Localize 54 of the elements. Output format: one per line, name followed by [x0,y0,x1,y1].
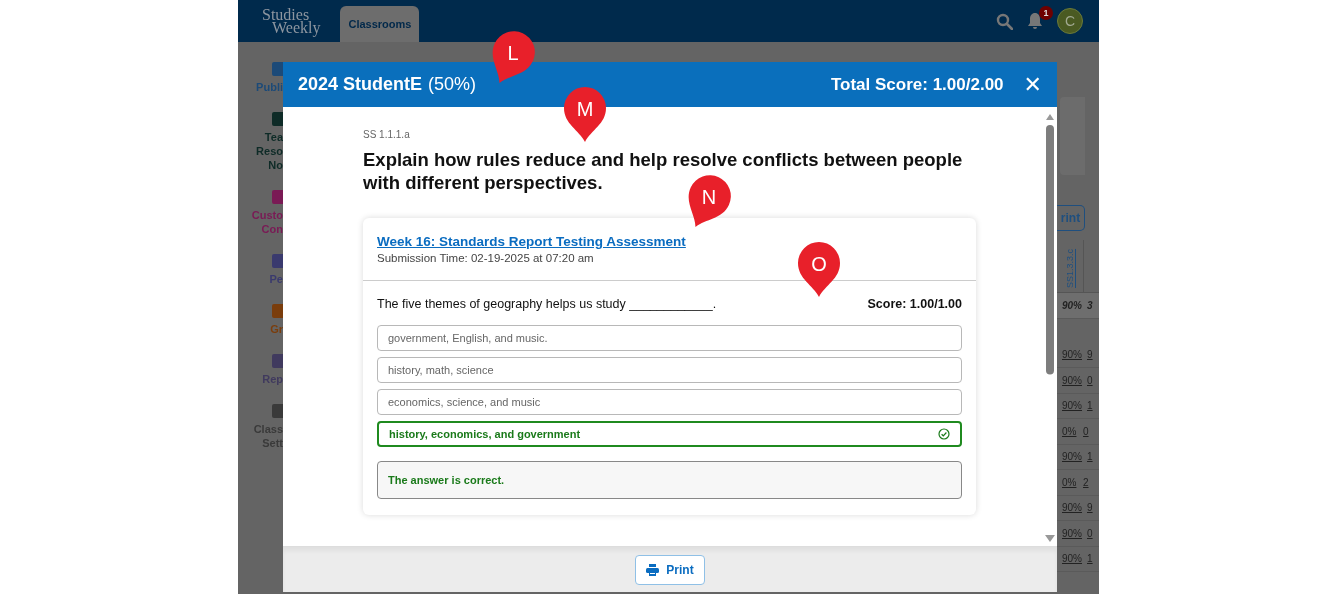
question-score: Score: 1.00/1.00 [867,297,962,311]
total-score: Total Score: 1.00/2.00 [830,74,1004,95]
score-cell[interactable]: 1 [1082,553,1099,565]
user-avatar[interactable]: C [1057,8,1083,34]
sidebar-item[interactable]: Custo Con [251,208,283,236]
score-cell[interactable]: 0 [1082,374,1099,386]
sidebar-item[interactable]: Tea Reso No [256,130,283,172]
score-cell[interactable]: 90% [1057,349,1082,361]
print-button[interactable]: Print [635,554,705,585]
average-cell-text: 3 [1086,299,1094,311]
bell-icon[interactable] [1027,12,1043,30]
sidebar-icon[interactable] [272,62,283,76]
score-cell[interactable]: 0 [1082,527,1099,539]
score-cell[interactable]: 90% [1057,553,1082,565]
score-cell[interactable]: 0% [1057,476,1078,488]
score-cell[interactable]: 9 [1082,349,1099,361]
score-cell[interactable]: 1 [1082,400,1099,412]
printer-icon [646,563,660,576]
score-cell[interactable]: 1 [1082,451,1099,463]
answer-option: history, math, science [377,357,962,383]
modal-title: 2024 StudentE [298,74,423,95]
check-circle-icon [938,428,950,440]
score-cell[interactable]: 0% [1057,425,1078,437]
nav-tab[interactable]: Classrooms [340,6,420,42]
sidebar-item[interactable]: Gr [270,322,283,336]
search-icon[interactable] [996,12,1013,30]
question-prompt: The five themes of geography helps us study ____________. [377,297,717,311]
sidebar-icon[interactable] [272,354,283,368]
score-cell[interactable]: 90% [1057,502,1082,514]
sidebar-icon[interactable] [272,112,283,126]
standard-code: SS 1.1.1.a [363,129,411,140]
sidebar-icon[interactable] [272,254,283,268]
score-cell[interactable]: 90% [1057,527,1082,539]
score-percent: (50%) [428,74,477,95]
score-cell[interactable]: 90% [1057,451,1082,463]
score-cell[interactable]: 90% [1057,400,1082,412]
score-cell[interactable]: 0 [1078,425,1099,437]
answer-option: government, English, and music. [377,325,962,351]
answer-option: history, economics, and government [377,421,962,447]
feedback-message: The answer is correct. [377,461,962,499]
sidebar-item[interactable]: Publi [256,80,283,94]
assessment-link[interactable]: Week 16: Standards Report Testing Assessment [377,234,686,249]
sidebar-icon[interactable] [272,190,283,204]
sidebar-icon[interactable] [272,304,283,318]
average-cell-text: 90% [1061,299,1082,311]
notification-badge: 1 [1039,6,1053,20]
score-cell[interactable]: 9 [1082,502,1099,514]
scrollbar-drawing[interactable] [1044,113,1056,542]
score-cell[interactable]: 90% [1057,374,1082,386]
close-button[interactable]: ✕ [1023,72,1042,97]
answer-option: economics, science, and music [377,389,962,415]
score-cell[interactable]: 2 [1078,476,1099,488]
sidebar-icon[interactable] [272,404,283,418]
print-button[interactable]: rint [1057,205,1085,231]
